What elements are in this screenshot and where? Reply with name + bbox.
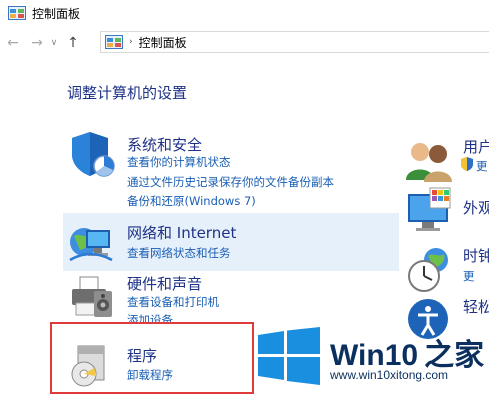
link-file-history-backup[interactable]: 通过文件历史记录保存你的文件备份副本 [127,174,334,190]
clock-globe-icon [408,248,448,292]
category-title-ease-of-access[interactable]: 轻松 [463,296,489,317]
category-title-appearance[interactable]: 外观 [463,197,489,218]
category-title-hardware-sound[interactable]: 硬件和声音 [127,273,202,294]
category-title-system-security[interactable]: 系统和安全 [127,134,202,155]
link-view-computer-status[interactable]: 查看你的计算机状态 [127,154,231,170]
link-add-device[interactable]: 添加设备 [127,312,173,322]
category-title-user-accounts[interactable]: 用户 [463,136,489,157]
up-arrow-icon[interactable]: ↑ [64,32,82,54]
link-user-accounts-more[interactable]: 更 [476,158,488,174]
watermark-url: www.win10xitong.com [330,368,449,382]
back-arrow-icon[interactable]: ← [4,32,22,54]
users-icon [406,143,452,182]
windows-logo-icon [258,327,320,385]
control-panel-icon [105,35,123,49]
uac-shield-icon [461,157,473,171]
window-title: 控制面板 [32,6,81,21]
link-backup-restore[interactable]: 备份和还原(Windows 7) [127,193,256,209]
link-network-status[interactable]: 查看网络状态和任务 [127,245,231,261]
breadcrumb-control-panel[interactable]: 控制面板 [139,34,187,51]
address-bar[interactable]: › 控制面板 [100,31,489,53]
appearance-monitor-icon [408,187,451,231]
page-heading: 调整计算机的设置 [67,84,188,102]
category-title-network-internet[interactable]: 网络和 Internet [127,222,236,243]
shield-icon [72,132,115,177]
network-globe-icon [69,228,113,262]
link-devices-printers[interactable]: 查看设备和打印机 [127,294,219,310]
navigation-bar: ← → ∨ ↑ › 控制面板 [0,30,489,56]
title-bar: 控制面板 [0,0,489,26]
link-clock-more[interactable]: 更 [463,268,475,284]
control-panel-icon [8,6,26,20]
printer-icon [72,276,112,317]
category-title-clock-region[interactable]: 时钟 [463,245,489,266]
recent-locations-chevron-icon[interactable]: ∨ [48,32,60,54]
forward-arrow-icon[interactable]: → [28,32,46,54]
red-highlight-box [50,322,254,394]
control-panel-window: 控制面板 ← → ∨ ↑ › 控制面板 调整计算机的设置 系统和安全 查看你的计… [0,0,489,400]
breadcrumb-chevron-icon[interactable]: › [129,37,133,47]
